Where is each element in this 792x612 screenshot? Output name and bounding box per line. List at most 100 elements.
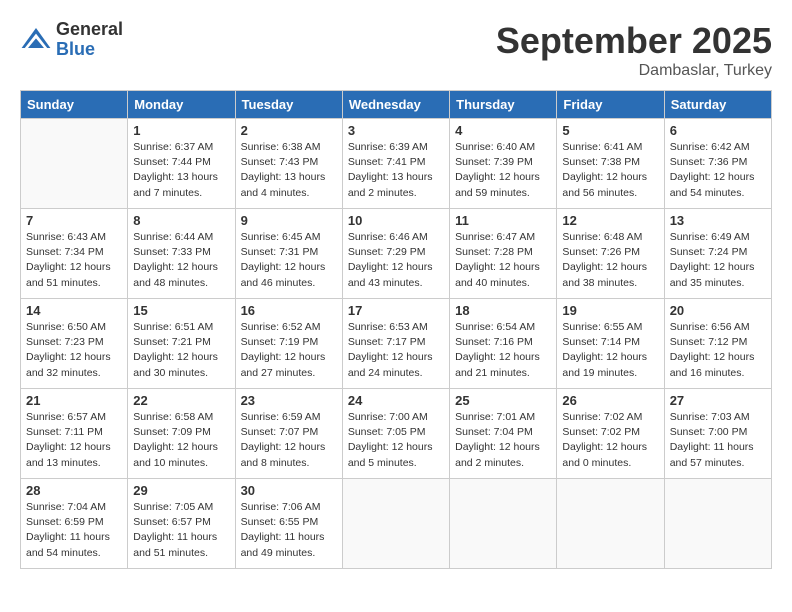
daylight-label: Daylight: 12 hours and 59 minutes. bbox=[455, 171, 540, 198]
day-number: 9 bbox=[241, 213, 337, 228]
daylight-label: Daylight: 13 hours and 2 minutes. bbox=[348, 171, 433, 198]
daylight-label: Daylight: 12 hours and 48 minutes. bbox=[133, 261, 218, 288]
sunset-label: Sunset: 7:11 PM bbox=[26, 426, 103, 438]
table-row bbox=[21, 119, 128, 209]
table-row: 27 Sunrise: 7:03 AM Sunset: 7:00 PM Dayl… bbox=[664, 389, 771, 479]
daylight-label: Daylight: 12 hours and 27 minutes. bbox=[241, 351, 326, 378]
table-row bbox=[342, 479, 449, 569]
sunset-label: Sunset: 7:12 PM bbox=[670, 336, 748, 348]
day-info: Sunrise: 7:06 AM Sunset: 6:55 PM Dayligh… bbox=[241, 500, 337, 561]
daylight-label: Daylight: 13 hours and 7 minutes. bbox=[133, 171, 218, 198]
sunrise-label: Sunrise: 6:43 AM bbox=[26, 231, 106, 243]
sunrise-label: Sunrise: 6:53 AM bbox=[348, 321, 428, 333]
day-number: 18 bbox=[455, 303, 551, 318]
daylight-label: Daylight: 12 hours and 13 minutes. bbox=[26, 441, 111, 468]
day-info: Sunrise: 6:58 AM Sunset: 7:09 PM Dayligh… bbox=[133, 410, 229, 471]
daylight-label: Daylight: 12 hours and 32 minutes. bbox=[26, 351, 111, 378]
sunset-label: Sunset: 7:31 PM bbox=[241, 246, 319, 258]
day-number: 10 bbox=[348, 213, 444, 228]
col-sunday: Sunday bbox=[21, 91, 128, 119]
sunrise-label: Sunrise: 6:46 AM bbox=[348, 231, 428, 243]
day-number: 6 bbox=[670, 123, 766, 138]
day-number: 4 bbox=[455, 123, 551, 138]
sunrise-label: Sunrise: 6:51 AM bbox=[133, 321, 213, 333]
sunset-label: Sunset: 7:24 PM bbox=[670, 246, 748, 258]
sunset-label: Sunset: 7:21 PM bbox=[133, 336, 211, 348]
daylight-label: Daylight: 12 hours and 2 minutes. bbox=[455, 441, 540, 468]
day-number: 24 bbox=[348, 393, 444, 408]
sunset-label: Sunset: 7:00 PM bbox=[670, 426, 748, 438]
day-number: 21 bbox=[26, 393, 122, 408]
sunset-label: Sunset: 7:07 PM bbox=[241, 426, 319, 438]
sunrise-label: Sunrise: 7:03 AM bbox=[670, 411, 750, 423]
sunrise-label: Sunrise: 6:58 AM bbox=[133, 411, 213, 423]
day-info: Sunrise: 6:45 AM Sunset: 7:31 PM Dayligh… bbox=[241, 230, 337, 291]
day-info: Sunrise: 7:01 AM Sunset: 7:04 PM Dayligh… bbox=[455, 410, 551, 471]
day-number: 19 bbox=[562, 303, 658, 318]
sunset-label: Sunset: 7:16 PM bbox=[455, 336, 533, 348]
sunrise-label: Sunrise: 6:59 AM bbox=[241, 411, 321, 423]
sunrise-label: Sunrise: 6:39 AM bbox=[348, 141, 428, 153]
daylight-label: Daylight: 12 hours and 5 minutes. bbox=[348, 441, 433, 468]
table-row: 4 Sunrise: 6:40 AM Sunset: 7:39 PM Dayli… bbox=[450, 119, 557, 209]
daylight-label: Daylight: 12 hours and 56 minutes. bbox=[562, 171, 647, 198]
logo-general: General bbox=[56, 20, 123, 40]
day-number: 7 bbox=[26, 213, 122, 228]
table-row: 20 Sunrise: 6:56 AM Sunset: 7:12 PM Dayl… bbox=[664, 299, 771, 389]
daylight-label: Daylight: 12 hours and 40 minutes. bbox=[455, 261, 540, 288]
col-monday: Monday bbox=[128, 91, 235, 119]
day-info: Sunrise: 6:53 AM Sunset: 7:17 PM Dayligh… bbox=[348, 320, 444, 381]
table-row: 17 Sunrise: 6:53 AM Sunset: 7:17 PM Dayl… bbox=[342, 299, 449, 389]
table-row: 5 Sunrise: 6:41 AM Sunset: 7:38 PM Dayli… bbox=[557, 119, 664, 209]
sunrise-label: Sunrise: 6:44 AM bbox=[133, 231, 213, 243]
day-number: 16 bbox=[241, 303, 337, 318]
calendar-week-row: 21 Sunrise: 6:57 AM Sunset: 7:11 PM Dayl… bbox=[21, 389, 772, 479]
title-block: September 2025 Dambaslar, Turkey bbox=[496, 20, 772, 80]
sunset-label: Sunset: 7:34 PM bbox=[26, 246, 104, 258]
sunset-label: Sunset: 7:17 PM bbox=[348, 336, 426, 348]
sunrise-label: Sunrise: 7:06 AM bbox=[241, 501, 321, 513]
daylight-label: Daylight: 11 hours and 54 minutes. bbox=[26, 531, 110, 558]
sunset-label: Sunset: 7:38 PM bbox=[562, 156, 640, 168]
sunrise-label: Sunrise: 6:49 AM bbox=[670, 231, 750, 243]
table-row: 12 Sunrise: 6:48 AM Sunset: 7:26 PM Dayl… bbox=[557, 209, 664, 299]
day-number: 8 bbox=[133, 213, 229, 228]
sunset-label: Sunset: 6:59 PM bbox=[26, 516, 104, 528]
table-row: 22 Sunrise: 6:58 AM Sunset: 7:09 PM Dayl… bbox=[128, 389, 235, 479]
daylight-label: Daylight: 12 hours and 43 minutes. bbox=[348, 261, 433, 288]
day-number: 14 bbox=[26, 303, 122, 318]
day-info: Sunrise: 6:52 AM Sunset: 7:19 PM Dayligh… bbox=[241, 320, 337, 381]
daylight-label: Daylight: 12 hours and 24 minutes. bbox=[348, 351, 433, 378]
sunrise-label: Sunrise: 6:57 AM bbox=[26, 411, 106, 423]
daylight-label: Daylight: 11 hours and 51 minutes. bbox=[133, 531, 217, 558]
day-number: 23 bbox=[241, 393, 337, 408]
sunrise-label: Sunrise: 6:41 AM bbox=[562, 141, 642, 153]
day-info: Sunrise: 6:47 AM Sunset: 7:28 PM Dayligh… bbox=[455, 230, 551, 291]
day-number: 5 bbox=[562, 123, 658, 138]
sunrise-label: Sunrise: 6:37 AM bbox=[133, 141, 213, 153]
sunset-label: Sunset: 7:39 PM bbox=[455, 156, 533, 168]
table-row: 23 Sunrise: 6:59 AM Sunset: 7:07 PM Dayl… bbox=[235, 389, 342, 479]
day-number: 30 bbox=[241, 483, 337, 498]
table-row: 26 Sunrise: 7:02 AM Sunset: 7:02 PM Dayl… bbox=[557, 389, 664, 479]
day-info: Sunrise: 6:49 AM Sunset: 7:24 PM Dayligh… bbox=[670, 230, 766, 291]
sunset-label: Sunset: 6:55 PM bbox=[241, 516, 319, 528]
day-info: Sunrise: 7:05 AM Sunset: 6:57 PM Dayligh… bbox=[133, 500, 229, 561]
day-info: Sunrise: 6:46 AM Sunset: 7:29 PM Dayligh… bbox=[348, 230, 444, 291]
day-info: Sunrise: 6:59 AM Sunset: 7:07 PM Dayligh… bbox=[241, 410, 337, 471]
day-number: 27 bbox=[670, 393, 766, 408]
table-row: 3 Sunrise: 6:39 AM Sunset: 7:41 PM Dayli… bbox=[342, 119, 449, 209]
sunrise-label: Sunrise: 7:04 AM bbox=[26, 501, 106, 513]
table-row: 25 Sunrise: 7:01 AM Sunset: 7:04 PM Dayl… bbox=[450, 389, 557, 479]
table-row: 7 Sunrise: 6:43 AM Sunset: 7:34 PM Dayli… bbox=[21, 209, 128, 299]
day-number: 29 bbox=[133, 483, 229, 498]
calendar-week-row: 7 Sunrise: 6:43 AM Sunset: 7:34 PM Dayli… bbox=[21, 209, 772, 299]
day-number: 15 bbox=[133, 303, 229, 318]
sunset-label: Sunset: 7:43 PM bbox=[241, 156, 319, 168]
day-info: Sunrise: 6:43 AM Sunset: 7:34 PM Dayligh… bbox=[26, 230, 122, 291]
day-number: 28 bbox=[26, 483, 122, 498]
sunset-label: Sunset: 7:33 PM bbox=[133, 246, 211, 258]
sunrise-label: Sunrise: 6:42 AM bbox=[670, 141, 750, 153]
sunrise-label: Sunrise: 7:00 AM bbox=[348, 411, 428, 423]
daylight-label: Daylight: 12 hours and 38 minutes. bbox=[562, 261, 647, 288]
